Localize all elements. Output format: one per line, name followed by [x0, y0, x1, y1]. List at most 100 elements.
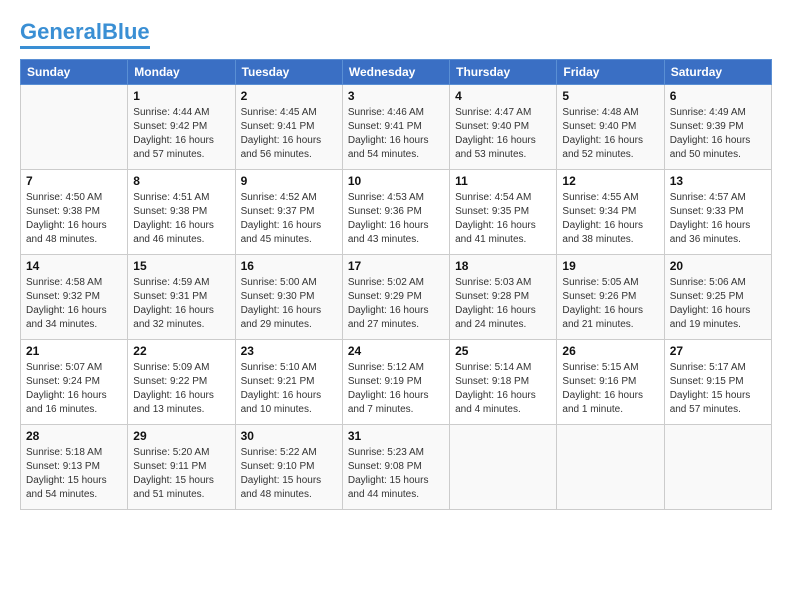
day-info: Sunrise: 4:52 AM Sunset: 9:37 PM Dayligh… — [241, 191, 337, 247]
day-info: Sunrise: 4:53 AM Sunset: 9:36 PM Dayligh… — [348, 191, 444, 247]
day-info: Sunrise: 5:03 AM Sunset: 9:28 PM Dayligh… — [455, 276, 551, 332]
calendar-body: 1 Sunrise: 4:44 AM Sunset: 9:42 PM Daylig… — [21, 85, 772, 510]
calendar-cell: 18 Sunrise: 5:03 AM Sunset: 9:28 PM Dayli… — [450, 255, 557, 340]
day-number: 21 — [26, 344, 122, 358]
day-info: Sunrise: 5:20 AM Sunset: 9:11 PM Dayligh… — [133, 446, 229, 502]
day-number: 25 — [455, 344, 551, 358]
day-number: 5 — [562, 89, 658, 103]
day-info: Sunrise: 4:59 AM Sunset: 9:31 PM Dayligh… — [133, 276, 229, 332]
day-info: Sunrise: 5:18 AM Sunset: 9:13 PM Dayligh… — [26, 446, 122, 502]
calendar-cell: 7Sunrise: 4:50 AM Sunset: 9:38 PM Daylig… — [21, 170, 128, 255]
calendar-week-row: 7Sunrise: 4:50 AM Sunset: 9:38 PM Daylig… — [21, 170, 772, 255]
calendar-header-row: SundayMondayTuesdayWednesdayThursdayFrid… — [21, 60, 772, 85]
day-number: 14 — [26, 259, 122, 273]
calendar-cell: 9 Sunrise: 4:52 AM Sunset: 9:37 PM Daylig… — [235, 170, 342, 255]
day-number: 27 — [670, 344, 766, 358]
day-number: 6 — [670, 89, 766, 103]
day-info: Sunrise: 4:58 AM Sunset: 9:32 PM Dayligh… — [26, 276, 122, 332]
day-number: 7 — [26, 174, 122, 188]
day-info: Sunrise: 5:00 AM Sunset: 9:30 PM Dayligh… — [241, 276, 337, 332]
day-info: Sunrise: 5:14 AM Sunset: 9:18 PM Dayligh… — [455, 361, 551, 417]
calendar-week-row: 1 Sunrise: 4:44 AM Sunset: 9:42 PM Daylig… — [21, 85, 772, 170]
calendar-cell — [664, 425, 771, 510]
day-info: Sunrise: 4:46 AM Sunset: 9:41 PM Dayligh… — [348, 106, 444, 162]
day-info: Sunrise: 4:55 AM Sunset: 9:34 PM Dayligh… — [562, 191, 658, 247]
day-number: 29 — [133, 429, 229, 443]
day-number: 15 — [133, 259, 229, 273]
day-info: Sunrise: 5:12 AM Sunset: 9:19 PM Dayligh… — [348, 361, 444, 417]
day-number: 2 — [241, 89, 337, 103]
weekday-header-thursday: Thursday — [450, 60, 557, 85]
day-info: Sunrise: 5:22 AM Sunset: 9:10 PM Dayligh… — [241, 446, 337, 502]
calendar-week-row: 21 Sunrise: 5:07 AM Sunset: 9:24 PM Dayli… — [21, 340, 772, 425]
calendar-cell: 24 Sunrise: 5:12 AM Sunset: 9:19 PM Dayli… — [342, 340, 449, 425]
day-info: Sunrise: 4:47 AM Sunset: 9:40 PM Dayligh… — [455, 106, 551, 162]
calendar-cell: 31 Sunrise: 5:23 AM Sunset: 9:08 PM Dayli… — [342, 425, 449, 510]
day-number: 13 — [670, 174, 766, 188]
calendar-cell: 21 Sunrise: 5:07 AM Sunset: 9:24 PM Dayli… — [21, 340, 128, 425]
calendar-cell: 10 Sunrise: 4:53 AM Sunset: 9:36 PM Dayli… — [342, 170, 449, 255]
calendar-cell: 17 Sunrise: 5:02 AM Sunset: 9:29 PM Dayli… — [342, 255, 449, 340]
day-info: Sunrise: 5:10 AM Sunset: 9:21 PM Dayligh… — [241, 361, 337, 417]
day-info: Sunrise: 4:51 AM Sunset: 9:38 PM Dayligh… — [133, 191, 229, 247]
weekday-header-saturday: Saturday — [664, 60, 771, 85]
calendar-cell: 28 Sunrise: 5:18 AM Sunset: 9:13 PM Dayli… — [21, 425, 128, 510]
calendar-cell: 25 Sunrise: 5:14 AM Sunset: 9:18 PM Dayli… — [450, 340, 557, 425]
day-info: Sunrise: 5:05 AM Sunset: 9:26 PM Dayligh… — [562, 276, 658, 332]
day-number: 31 — [348, 429, 444, 443]
day-number: 20 — [670, 259, 766, 273]
calendar-cell — [557, 425, 664, 510]
calendar-week-row: 14 Sunrise: 4:58 AM Sunset: 9:32 PM Dayli… — [21, 255, 772, 340]
calendar-table: SundayMondayTuesdayWednesdayThursdayFrid… — [20, 59, 772, 510]
calendar-cell: 13 Sunrise: 4:57 AM Sunset: 9:33 PM Dayli… — [664, 170, 771, 255]
day-number: 8 — [133, 174, 229, 188]
day-info: Sunrise: 5:23 AM Sunset: 9:08 PM Dayligh… — [348, 446, 444, 502]
calendar-cell: 27 Sunrise: 5:17 AM Sunset: 9:15 PM Dayli… — [664, 340, 771, 425]
day-number: 30 — [241, 429, 337, 443]
calendar-cell: 2 Sunrise: 4:45 AM Sunset: 9:41 PM Daylig… — [235, 85, 342, 170]
calendar-cell: 14 Sunrise: 4:58 AM Sunset: 9:32 PM Dayli… — [21, 255, 128, 340]
calendar-cell: 12 Sunrise: 4:55 AM Sunset: 9:34 PM Dayli… — [557, 170, 664, 255]
calendar-cell: 5Sunrise: 4:48 AM Sunset: 9:40 PM Daylig… — [557, 85, 664, 170]
calendar-cell: 4 Sunrise: 4:47 AM Sunset: 9:40 PM Daylig… — [450, 85, 557, 170]
calendar-cell: 19 Sunrise: 5:05 AM Sunset: 9:26 PM Dayli… — [557, 255, 664, 340]
day-number: 26 — [562, 344, 658, 358]
calendar-cell — [21, 85, 128, 170]
logo-underline — [20, 46, 150, 49]
day-number: 12 — [562, 174, 658, 188]
day-number: 18 — [455, 259, 551, 273]
calendar-cell: 8 Sunrise: 4:51 AM Sunset: 9:38 PM Daylig… — [128, 170, 235, 255]
day-info: Sunrise: 5:02 AM Sunset: 9:29 PM Dayligh… — [348, 276, 444, 332]
day-info: Sunrise: 5:15 AM Sunset: 9:16 PM Dayligh… — [562, 361, 658, 417]
day-number: 17 — [348, 259, 444, 273]
day-info: Sunrise: 4:57 AM Sunset: 9:33 PM Dayligh… — [670, 191, 766, 247]
calendar-cell — [450, 425, 557, 510]
day-number: 22 — [133, 344, 229, 358]
day-info: Sunrise: 5:17 AM Sunset: 9:15 PM Dayligh… — [670, 361, 766, 417]
day-info: Sunrise: 4:44 AM Sunset: 9:42 PM Dayligh… — [133, 106, 229, 162]
calendar-week-row: 28 Sunrise: 5:18 AM Sunset: 9:13 PM Dayli… — [21, 425, 772, 510]
day-number: 9 — [241, 174, 337, 188]
day-number: 28 — [26, 429, 122, 443]
calendar-cell: 23Sunrise: 5:10 AM Sunset: 9:21 PM Dayli… — [235, 340, 342, 425]
calendar-cell: 11Sunrise: 4:54 AM Sunset: 9:35 PM Dayli… — [450, 170, 557, 255]
weekday-header-tuesday: Tuesday — [235, 60, 342, 85]
weekday-header-wednesday: Wednesday — [342, 60, 449, 85]
calendar-cell: 29 Sunrise: 5:20 AM Sunset: 9:11 PM Dayli… — [128, 425, 235, 510]
day-number: 1 — [133, 89, 229, 103]
weekday-header-friday: Friday — [557, 60, 664, 85]
calendar-cell: 30 Sunrise: 5:22 AM Sunset: 9:10 PM Dayli… — [235, 425, 342, 510]
day-info: Sunrise: 4:49 AM Sunset: 9:39 PM Dayligh… — [670, 106, 766, 162]
calendar-cell: 16Sunrise: 5:00 AM Sunset: 9:30 PM Dayli… — [235, 255, 342, 340]
day-number: 24 — [348, 344, 444, 358]
day-info: Sunrise: 5:06 AM Sunset: 9:25 PM Dayligh… — [670, 276, 766, 332]
day-number: 19 — [562, 259, 658, 273]
weekday-header-sunday: Sunday — [21, 60, 128, 85]
day-number: 4 — [455, 89, 551, 103]
day-number: 10 — [348, 174, 444, 188]
calendar-cell: 1 Sunrise: 4:44 AM Sunset: 9:42 PM Daylig… — [128, 85, 235, 170]
calendar-cell: 6 Sunrise: 4:49 AM Sunset: 9:39 PM Daylig… — [664, 85, 771, 170]
logo-general: General — [20, 19, 102, 44]
day-info: Sunrise: 4:45 AM Sunset: 9:41 PM Dayligh… — [241, 106, 337, 162]
day-info: Sunrise: 5:07 AM Sunset: 9:24 PM Dayligh… — [26, 361, 122, 417]
